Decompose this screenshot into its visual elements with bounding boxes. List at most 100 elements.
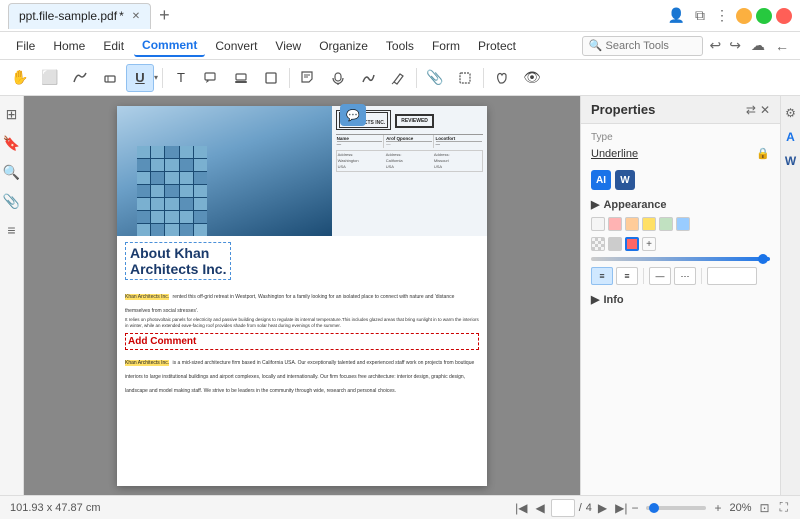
ai-badge: AI [591, 170, 611, 190]
swatch-red[interactable] [625, 237, 639, 251]
first-page-button[interactable]: |◀ [513, 501, 529, 515]
cloud-button[interactable]: ☁ [748, 37, 768, 54]
swatch-yellow[interactable] [642, 217, 656, 231]
info-section: ▶ Info [591, 293, 770, 306]
attach-sidebar-icon[interactable]: 📎 [1, 191, 22, 212]
underline-arrow[interactable]: ▾ [154, 73, 158, 82]
back-button[interactable]: ← [772, 37, 792, 54]
menu-comment[interactable]: Comment [134, 35, 205, 57]
type-section: Type Underline 🔒 [591, 132, 770, 160]
properties-body: Type Underline 🔒 AI W ▶ Appearance [581, 124, 780, 314]
dotted-style-button[interactable]: ⋯ [674, 267, 696, 285]
new-tab-button[interactable]: + [153, 5, 176, 26]
word-tab-icon[interactable]: W [783, 152, 798, 170]
menu-view[interactable]: View [267, 35, 309, 57]
attach-button[interactable]: 📎 [421, 64, 449, 92]
zoom-controls: − + 20% ⊡ ⛶ [629, 500, 790, 515]
line-style-button[interactable]: — [649, 267, 671, 285]
stamp-button[interactable] [227, 64, 255, 92]
zoom-out-button[interactable]: − [629, 501, 640, 515]
hand2-button[interactable] [488, 64, 516, 92]
properties-close-button[interactable]: ✕ [760, 103, 770, 117]
restore-button[interactable]: ⧉ [692, 7, 708, 24]
menu-organize[interactable]: Organize [311, 35, 376, 57]
appearance-arrow[interactable]: ▶ [591, 198, 599, 211]
info-grid: Name— Arof Qponce— Locotfort— [336, 134, 483, 148]
search-input[interactable] [606, 40, 696, 52]
zoom-in-button[interactable]: + [712, 501, 723, 515]
menu-convert[interactable]: Convert [207, 35, 265, 57]
bookmark-icon[interactable]: 🔖 [1, 133, 22, 154]
menu-protect[interactable]: Protect [470, 35, 524, 57]
fit-page-button[interactable]: ⊡ [758, 501, 772, 515]
appearance-section: ▶ Appearance [591, 198, 770, 285]
last-page-button[interactable]: ▶| [613, 501, 629, 515]
swatch-pink[interactable] [608, 217, 622, 231]
text-tools-row: ≡ ≡ — ⋯ 12 [591, 267, 770, 285]
underline-value: Underline [591, 148, 638, 160]
redo-button[interactable]: ↪ [726, 37, 744, 54]
zoom-slider[interactable] [646, 506, 706, 510]
select-tool-button[interactable]: ⬜ [36, 64, 64, 92]
pencil-tool-button[interactable] [384, 64, 412, 92]
ai-tab-icon[interactable]: A [784, 128, 797, 146]
opacity-slider[interactable] [591, 257, 770, 261]
more-colors-button[interactable]: + [642, 237, 656, 251]
menu-file[interactable]: File [8, 35, 43, 57]
audio-comment-button[interactable] [324, 64, 352, 92]
menu-tools[interactable]: Tools [378, 35, 422, 57]
right-sidebar-wrapper: Properties ⇄ ✕ Type Underline 🔒 [580, 96, 800, 495]
user-icon[interactable]: 👤 [665, 7, 688, 24]
close-button[interactable] [776, 8, 792, 24]
info-title[interactable]: ▶ Info [591, 293, 770, 306]
minimize-button[interactable] [736, 8, 752, 24]
file-tab[interactable]: ppt.file-sample.pdf * ✕ [8, 3, 151, 29]
properties-tab-icon[interactable]: ⚙ [783, 104, 798, 122]
text-comment-button[interactable]: T [167, 64, 195, 92]
hand-tool-button[interactable]: ✋ [6, 64, 34, 92]
reviewed-box: REVIEWED [395, 114, 434, 128]
align-center-button[interactable]: ≡ [616, 267, 638, 285]
floating-comment[interactable]: 💬 [340, 104, 366, 126]
maximize-button[interactable] [756, 8, 772, 24]
eye-tool-button[interactable]: 👁 [518, 64, 546, 92]
callout-button[interactable] [197, 64, 225, 92]
fullscreen-button[interactable]: ⛶ [778, 500, 790, 515]
area-highlight-button[interactable] [451, 64, 479, 92]
eraser-tool-button[interactable] [96, 64, 124, 92]
page-navigation: |◀ ◀ 1 / 4 ▶ ▶| [513, 499, 629, 517]
ink-tool-button[interactable] [354, 64, 382, 92]
page-separator: / [579, 502, 582, 514]
intro-text: rented this off-grid retreat in Westport… [125, 294, 454, 314]
menu-home[interactable]: Home [45, 35, 93, 57]
underline-tool-button[interactable]: U [126, 64, 154, 92]
swatch-blue[interactable] [676, 217, 690, 231]
undo-button[interactable]: ↩ [707, 37, 725, 54]
swatch-green[interactable] [659, 217, 673, 231]
opacity-thumb[interactable] [758, 254, 768, 264]
swatch-gray[interactable] [608, 237, 622, 251]
search-sidebar-icon[interactable]: 🔍 [1, 162, 22, 183]
properties-expand-button[interactable]: ⇄ [746, 103, 756, 117]
next-page-button[interactable]: ▶ [596, 501, 609, 515]
thumbnail-icon[interactable]: ⊞ [4, 104, 20, 125]
layers-icon[interactable]: ≡ [5, 220, 17, 240]
search-box[interactable]: 🔍 [582, 36, 703, 56]
menu-form[interactable]: Form [424, 35, 468, 57]
page-input[interactable]: 1 [551, 499, 575, 517]
font-size-input[interactable]: 12 [707, 267, 757, 285]
swatch-white[interactable] [591, 217, 605, 231]
text-markup-button[interactable] [66, 64, 94, 92]
sticky-note-button[interactable] [294, 64, 322, 92]
align-left-button[interactable]: ≡ [591, 267, 613, 285]
zoom-level: 20% [730, 502, 752, 514]
shape-tool-button[interactable] [257, 64, 285, 92]
page-dimensions: 101.93 x 47.87 cm [10, 502, 101, 514]
swatch-transparent[interactable] [591, 237, 605, 251]
menu-edit[interactable]: Edit [95, 35, 132, 57]
pdf-header: KHANARCHITECTS INC. REVIEWED Name— Arof … [117, 106, 487, 236]
more-options-button[interactable]: ⋮ [712, 7, 732, 24]
swatch-orange[interactable] [625, 217, 639, 231]
tab-close-button[interactable]: ✕ [132, 11, 140, 22]
prev-page-button[interactable]: ◀ [533, 501, 546, 515]
